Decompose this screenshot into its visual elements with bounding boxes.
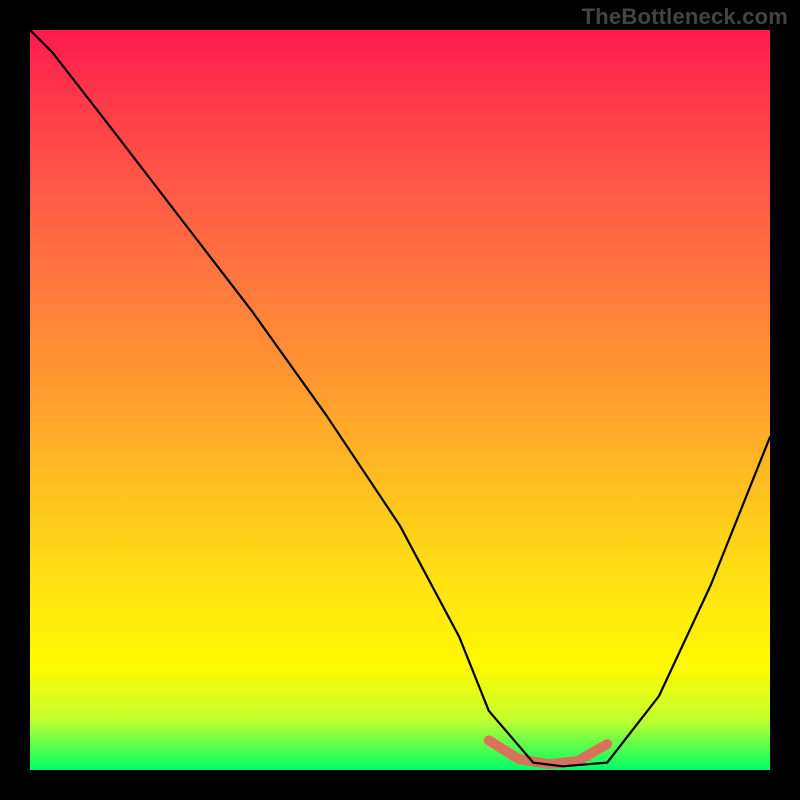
bottleneck-curve-line bbox=[30, 30, 770, 766]
curve-svg bbox=[30, 30, 770, 770]
optimal-zone-highlight bbox=[489, 740, 607, 764]
chart-stage: TheBottleneck.com bbox=[0, 0, 800, 800]
plot-area bbox=[30, 30, 770, 770]
watermark-text: TheBottleneck.com bbox=[582, 4, 788, 30]
